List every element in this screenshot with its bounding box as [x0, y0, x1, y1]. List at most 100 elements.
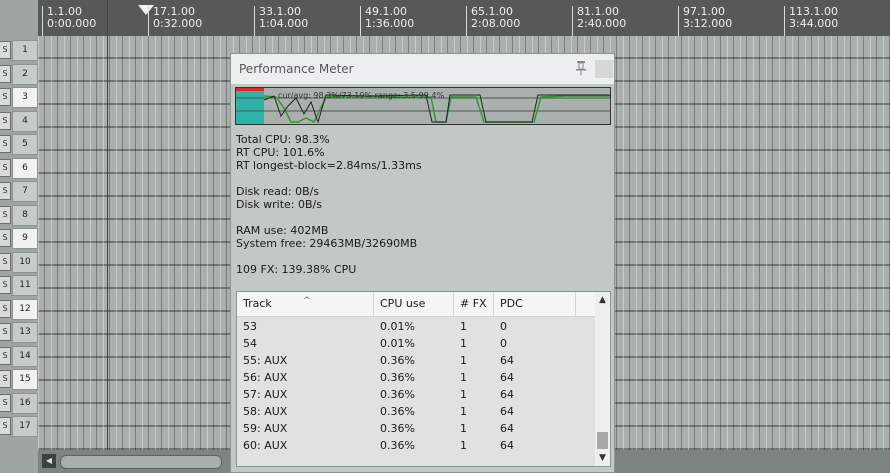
track-row[interactable]: S7 [0, 179, 38, 202]
window-titlebar[interactable]: Performance Meter [231, 54, 614, 84]
pdc-cell: 64 [500, 371, 514, 384]
pdc-cell: 64 [500, 439, 514, 452]
horizontal-scroll-thumb[interactable] [60, 455, 222, 469]
track-row[interactable]: S 17 [0, 414, 38, 437]
ram-stats: RAM use: 402MB System free: 29463MB/3269… [236, 224, 417, 250]
disk-stats: Disk read: 0B/s Disk write: 0B/s [236, 185, 322, 211]
track-number: 1 [12, 40, 38, 61]
track-row[interactable]: S3 [0, 85, 38, 108]
ruler-marker: 33.1.00 1:04.000 [254, 6, 334, 36]
track-solo-button[interactable]: S [0, 182, 11, 200]
track-number: 15 [12, 369, 38, 390]
vertical-scrollbar[interactable]: ▲ ▼ [595, 292, 610, 466]
track-row[interactable]: S6 [0, 156, 38, 179]
table-row[interactable]: 53 0.01% 1 0 [237, 318, 595, 335]
cpu-use-cell: 0.36% [380, 439, 415, 452]
track-row[interactable]: S 14 [0, 344, 38, 367]
cpu-use-cell: 0.01% [380, 337, 415, 350]
track-row[interactable]: S 15 [0, 367, 38, 390]
cpu-stats: Total CPU: 98.3% RT CPU: 101.6% RT longe… [236, 133, 422, 172]
cpu-use-cell: 0.36% [380, 388, 415, 401]
ruler-marker: 1.1.00 0:00.000 [42, 6, 122, 36]
fx-stats: 109 FX: 139.38% CPU [236, 263, 356, 276]
pdc-cell: 64 [500, 354, 514, 367]
timeline-ruler[interactable]: 1.1.00 0:00.000 17.1.00 0:32.000 33.1.00 1:04… [38, 0, 890, 36]
ruler-marker: 17.1.00 0:32.000 [148, 6, 228, 36]
track-cell: 60: AUX [243, 439, 288, 452]
track-solo-button[interactable]: S [0, 252, 11, 271]
chevron-up-icon[interactable]: ▲ [595, 292, 610, 308]
track-solo-button[interactable]: S [0, 346, 11, 365]
table-row[interactable]: 59: AUX 0.36% 1 64 [237, 420, 595, 437]
ruler-marker: 49.1.00 1:36.000 [360, 6, 440, 36]
pin-icon[interactable] [574, 60, 588, 76]
track-number: 13 [12, 322, 38, 343]
track-solo-button[interactable]: S [0, 370, 11, 388]
table-row[interactable]: 56: AUX 0.36% 1 64 [237, 369, 595, 386]
graph-overlay-text: cur/avg: 98.3%/73.19% range: 3.5-99.4% [278, 91, 445, 100]
column-header-fx-count[interactable]: # FX [454, 292, 494, 316]
graph-red-strip [236, 88, 264, 91]
pdc-cell: 0 [500, 337, 507, 350]
performance-meter-window: Performance Meter cur/avg: 98.3%/73.19% … [230, 53, 615, 473]
track-number: 2 [12, 63, 38, 85]
fx-count-cell: 1 [460, 371, 467, 384]
table-row[interactable]: 60: AUX 0.36% 1 64 [237, 437, 595, 454]
fx-count-cell: 1 [460, 422, 467, 435]
track-row[interactable]: S8 [0, 203, 38, 226]
track-solo-button[interactable]: S [0, 135, 11, 153]
track-cell: 57: AUX [243, 388, 288, 401]
track-number: 16 [12, 392, 38, 414]
table-row[interactable]: 57: AUX 0.36% 1 64 [237, 386, 595, 403]
track-solo-button[interactable]: S [0, 41, 11, 59]
track-solo-button[interactable]: S [0, 299, 11, 318]
track-number: 17 [12, 416, 38, 437]
track-row[interactable]: S4 [0, 109, 38, 132]
pdc-cell: 64 [500, 422, 514, 435]
column-header-pdc[interactable]: PDC [494, 292, 576, 316]
track-solo-button[interactable]: S [0, 417, 11, 435]
fx-count-cell: 1 [460, 320, 467, 333]
track-row[interactable]: S1 [0, 38, 38, 61]
track-solo-button[interactable]: S [0, 111, 11, 130]
scroll-left-icon[interactable]: ◀ [42, 454, 56, 468]
fx-count-cell: 1 [460, 337, 467, 350]
track-row[interactable]: S 11 [0, 273, 38, 296]
track-cell: 54 [243, 337, 257, 350]
track-solo-button[interactable]: S [0, 64, 11, 83]
table-row[interactable]: 58: AUX 0.36% 1 64 [237, 403, 595, 420]
ruler-time-label: 0:00.000 [47, 17, 97, 30]
column-header-cpu-use[interactable]: CPU use [374, 292, 454, 316]
cpu-use-cell: 0.36% [380, 422, 415, 435]
ruler-time-label: 0:32.000 [153, 17, 203, 30]
track-solo-button[interactable]: S [0, 229, 11, 247]
track-solo-button[interactable]: S [0, 205, 11, 224]
track-row[interactable]: S 10 [0, 250, 38, 273]
table-row[interactable]: 55: AUX 0.36% 1 64 [237, 352, 595, 369]
table-row[interactable]: 54 0.01% 1 0 [237, 335, 595, 352]
sort-ascending-icon: ^ [303, 296, 311, 306]
track-cell: 58: AUX [243, 405, 288, 418]
track-solo-button[interactable]: S [0, 276, 11, 294]
track-row[interactable]: S9 [0, 226, 38, 249]
track-row[interactable]: S5 [0, 132, 38, 155]
track-row[interactable]: S2 [0, 62, 38, 85]
edit-cursor-line [107, 0, 108, 473]
track-solo-button[interactable]: S [0, 158, 11, 177]
graph-teal-block [236, 91, 264, 124]
track-number: 11 [12, 275, 38, 296]
track-row[interactable]: S 12 [0, 297, 38, 320]
track-row[interactable]: S 13 [0, 320, 38, 343]
track-solo-button[interactable]: S [0, 393, 11, 412]
window-close-button[interactable] [595, 60, 613, 78]
ruler-time-label: 2:08.000 [471, 17, 521, 30]
column-header-track[interactable]: Track ^ [237, 292, 374, 316]
track-solo-button[interactable]: S [0, 88, 11, 106]
track-row[interactable]: S 16 [0, 391, 38, 414]
pdc-cell: 64 [500, 405, 514, 418]
cpu-use-cell: 0.36% [380, 371, 415, 384]
vertical-scroll-thumb[interactable] [597, 432, 608, 449]
chevron-down-icon[interactable]: ▼ [595, 450, 610, 466]
track-solo-button[interactable]: S [0, 323, 11, 341]
track-number: 8 [12, 204, 38, 226]
